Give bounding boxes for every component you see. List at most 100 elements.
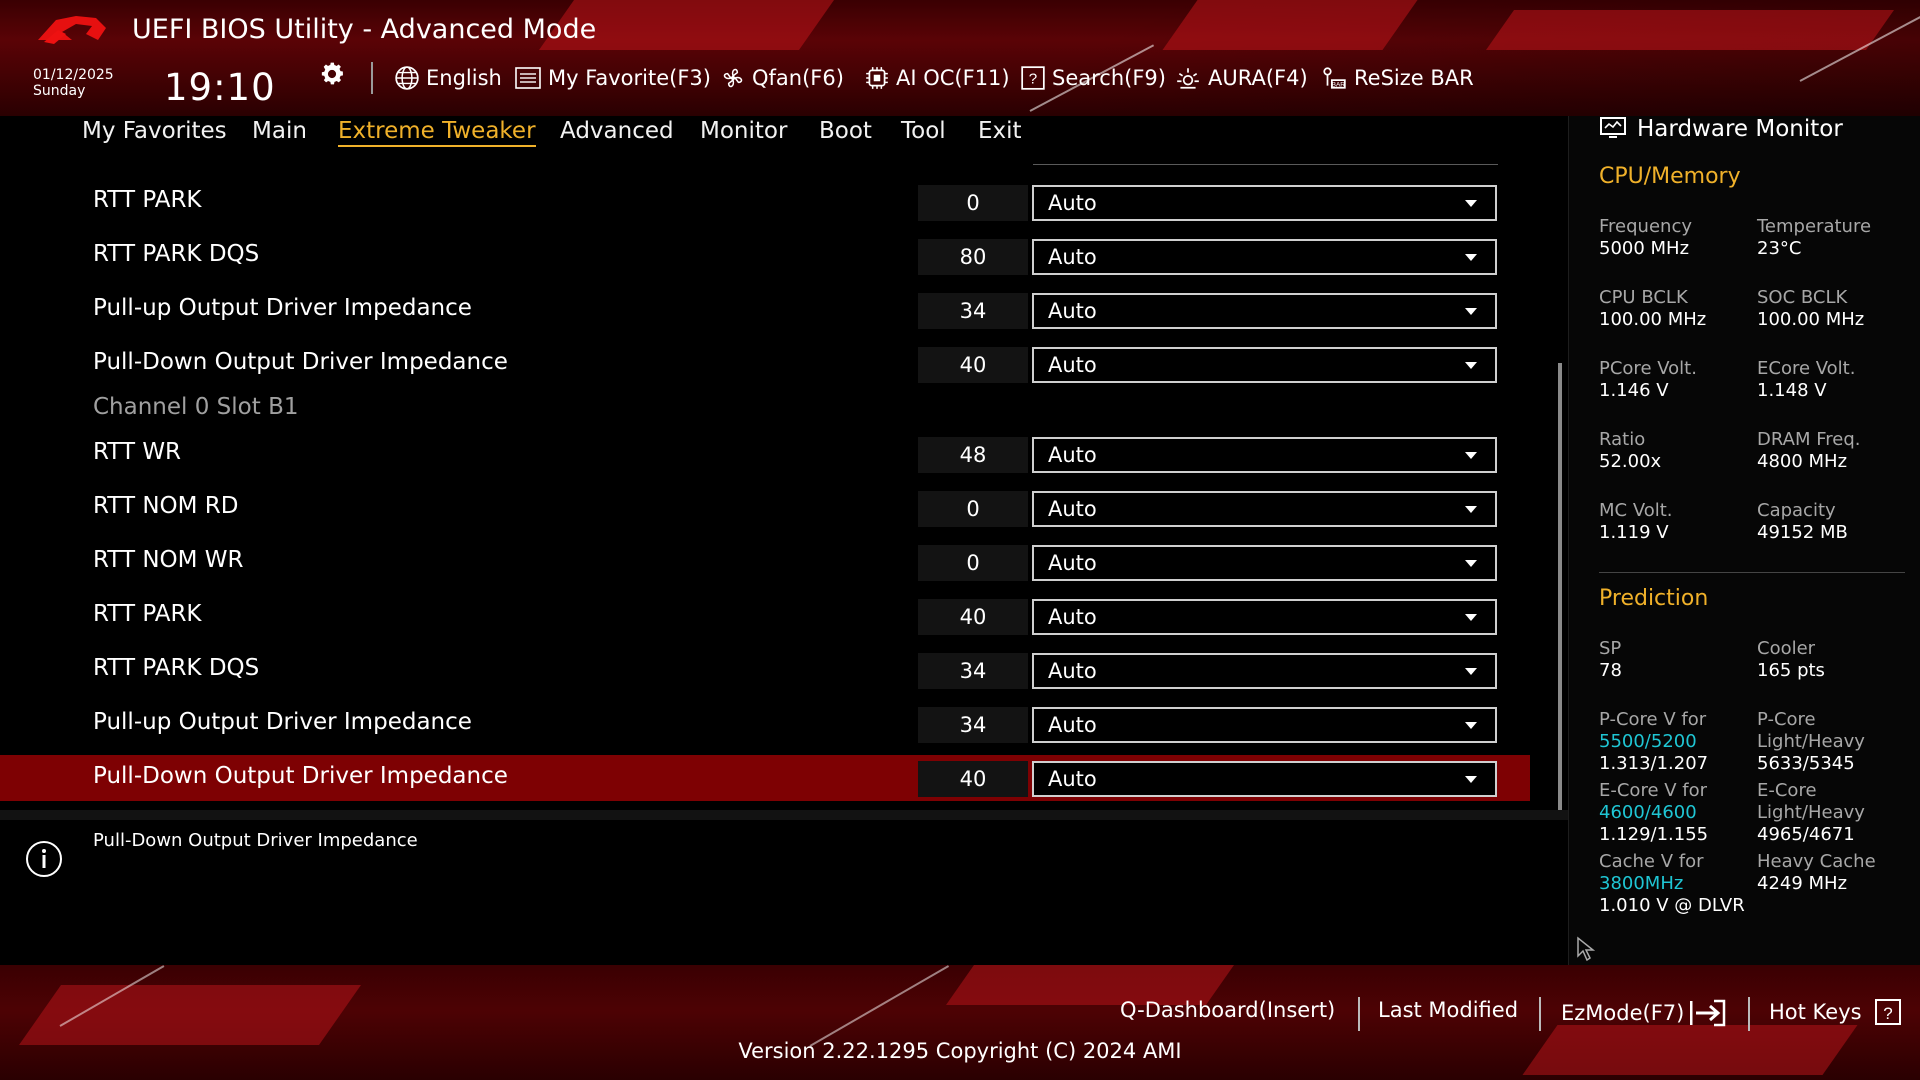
hot-keys-label: Hot Keys — [1769, 1000, 1862, 1024]
setting-label: RTT PARK — [93, 601, 202, 627]
footer-divider — [1358, 997, 1360, 1031]
hw-cooler: Cooler 165 pts — [1757, 638, 1825, 682]
caret-down-icon — [1465, 668, 1477, 675]
aura-button[interactable]: AURA(F4) — [1174, 62, 1308, 94]
mouse-cursor-icon — [1577, 936, 1596, 962]
exit-arrow-icon — [1690, 999, 1726, 1027]
hardware-monitor-title: Hardware Monitor — [1637, 116, 1843, 142]
hw-ecore-v-for: E-Core V for 4600/4600 1.129/1.155 — [1599, 780, 1708, 846]
ezmode-button[interactable]: EzMode(F7) — [1561, 998, 1728, 1028]
dropdown-value: Auto — [1048, 713, 1097, 737]
ezmode-label: EzMode(F7) — [1561, 1001, 1685, 1025]
setting-row-pullup-impedance[interactable]: Pull-up Output Driver Impedance 34 Auto — [0, 287, 1530, 333]
setting-dropdown[interactable]: Auto — [1032, 293, 1497, 329]
setting-dropdown[interactable]: Auto — [1032, 239, 1497, 275]
ai-chip-icon — [866, 67, 888, 89]
hw-value: 1.129/1.155 — [1599, 824, 1709, 845]
search-label: Search(F9) — [1052, 66, 1166, 90]
main-tab-bar: My Favorites Main Extreme Tweaker Advanc… — [0, 116, 1568, 156]
list-divider — [1033, 164, 1498, 165]
my-favorite-button[interactable]: My Favorite(F3) — [514, 62, 711, 94]
setting-dropdown[interactable]: Auto — [1032, 653, 1497, 689]
setting-row-rtt-nom-rd[interactable]: RTT NOM RD 0 Auto — [0, 485, 1530, 531]
setting-row-rtt-park-dqs-b1[interactable]: RTT PARK DQS 34 Auto — [0, 647, 1530, 693]
hw-value: 49152 MB — [1757, 522, 1848, 543]
hw-value: 23°C — [1757, 238, 1802, 259]
hw-cpu-bclk: CPU BCLK 100.00 MHz — [1599, 287, 1706, 331]
tab-main[interactable]: Main — [252, 118, 307, 144]
q-dashboard-button[interactable]: Q-Dashboard(Insert) — [1120, 998, 1335, 1022]
setting-row-rtt-park-dqs[interactable]: RTT PARK DQS 80 Auto — [0, 233, 1530, 279]
search-button[interactable]: ? Search(F9) — [1020, 62, 1166, 94]
hw-label: Ratio — [1599, 429, 1646, 450]
hw-label: MC Volt. — [1599, 500, 1673, 521]
tab-advanced[interactable]: Advanced — [560, 118, 674, 144]
hw-label: CPU BCLK — [1599, 287, 1688, 308]
gear-icon[interactable] — [318, 60, 346, 88]
my-favorite-label: My Favorite(F3) — [548, 66, 711, 90]
setting-dropdown[interactable]: Auto — [1032, 185, 1497, 221]
setting-current-value: 0 — [918, 491, 1028, 527]
aura-light-icon — [1177, 68, 1199, 89]
setting-current-value: 40 — [918, 599, 1028, 635]
hw-value: 1.146 V — [1599, 380, 1669, 401]
setting-label: Pull-Down Output Driver Impedance — [93, 763, 508, 789]
ai-oc-button[interactable]: AI OC(F11) — [864, 62, 1010, 94]
setting-row-pullup-impedance-b1[interactable]: Pull-up Output Driver Impedance 34 Auto — [0, 701, 1530, 747]
setting-row-rtt-park-b1[interactable]: RTT PARK 40 Auto — [0, 593, 1530, 639]
dropdown-value: Auto — [1048, 767, 1097, 791]
last-modified-button[interactable]: Last Modified — [1378, 998, 1518, 1022]
setting-row-rtt-park[interactable]: RTT PARK 0 Auto — [0, 179, 1530, 225]
setting-row-pulldown-impedance[interactable]: Pull-Down Output Driver Impedance 40 Aut… — [0, 341, 1530, 387]
qfan-button[interactable]: Qfan(F6) — [720, 62, 844, 94]
setting-label: RTT NOM WR — [93, 547, 244, 573]
hw-sp: SP 78 — [1599, 638, 1622, 682]
dropdown-value: Auto — [1048, 497, 1097, 521]
hot-keys-button[interactable]: Hot Keys ? — [1769, 998, 1902, 1026]
tab-tool[interactable]: Tool — [901, 118, 946, 144]
setting-dropdown[interactable]: Auto — [1032, 491, 1497, 527]
hw-label: Cache V for — [1599, 851, 1704, 872]
setting-dropdown[interactable]: Auto — [1032, 545, 1497, 581]
caret-down-icon — [1465, 254, 1477, 261]
setting-label: Pull-Down Output Driver Impedance — [93, 349, 508, 375]
hw-soc-bclk: SOC BCLK 100.00 MHz — [1757, 287, 1864, 331]
tab-my-favorites[interactable]: My Favorites — [82, 118, 227, 144]
hw-label: ECore Volt. — [1757, 358, 1856, 379]
language-button[interactable]: English — [394, 62, 502, 94]
setting-dropdown[interactable]: Auto — [1032, 599, 1497, 635]
hw-pcore-volt: PCore Volt. 1.146 V — [1599, 358, 1697, 402]
tab-monitor[interactable]: Monitor — [700, 118, 787, 144]
caret-down-icon — [1465, 560, 1477, 567]
setting-dropdown[interactable]: Auto — [1032, 437, 1497, 473]
tab-exit[interactable]: Exit — [978, 118, 1022, 144]
tab-boot[interactable]: Boot — [819, 118, 872, 144]
window-title: UEFI BIOS Utility - Advanced Mode — [132, 14, 597, 45]
setting-current-value: 0 — [918, 545, 1028, 581]
clock-display[interactable]: 19:10 — [164, 66, 276, 109]
setting-dropdown[interactable]: Auto — [1032, 761, 1497, 797]
aura-label: AURA(F4) — [1208, 66, 1308, 90]
setting-current-value: 80 — [918, 239, 1028, 275]
setting-row-rtt-nom-wr[interactable]: RTT NOM WR 0 Auto — [0, 539, 1530, 585]
version-text: Version 2.22.1295 Copyright (C) 2024 AMI — [738, 1039, 1182, 1063]
tab-extreme-tweaker[interactable]: Extreme Tweaker — [338, 118, 536, 147]
ai-oc-label: AI OC(F11) — [896, 66, 1010, 90]
caret-down-icon — [1465, 614, 1477, 621]
setting-dropdown[interactable]: Auto — [1032, 347, 1497, 383]
hw-ecore-volt: ECore Volt. 1.148 V — [1757, 358, 1855, 402]
resize-bar-button[interactable]: BAR ReSize BAR — [1320, 62, 1474, 94]
resize-bar-icon: BAR — [1323, 67, 1346, 89]
hw-cache-v-for: Cache V for 3800MHz 1.010 V @ DLVR — [1599, 851, 1745, 917]
setting-dropdown[interactable]: Auto — [1032, 707, 1497, 743]
hw-label: Frequency — [1599, 216, 1692, 237]
setting-row-rtt-wr[interactable]: RTT WR 48 Auto — [0, 431, 1530, 477]
setting-label: RTT PARK DQS — [93, 241, 260, 267]
setting-row-pulldown-impedance-b1-selected[interactable]: Pull-Down Output Driver Impedance 40 Aut… — [0, 755, 1530, 801]
list-scrollbar[interactable] — [1558, 363, 1562, 810]
dropdown-value: Auto — [1048, 551, 1097, 575]
setting-current-value: 40 — [918, 761, 1028, 797]
hardware-monitor-header: Hardware Monitor — [1599, 116, 1843, 142]
hw-label: Temperature — [1757, 216, 1872, 237]
hw-value: 4965/4671 — [1757, 824, 1855, 845]
